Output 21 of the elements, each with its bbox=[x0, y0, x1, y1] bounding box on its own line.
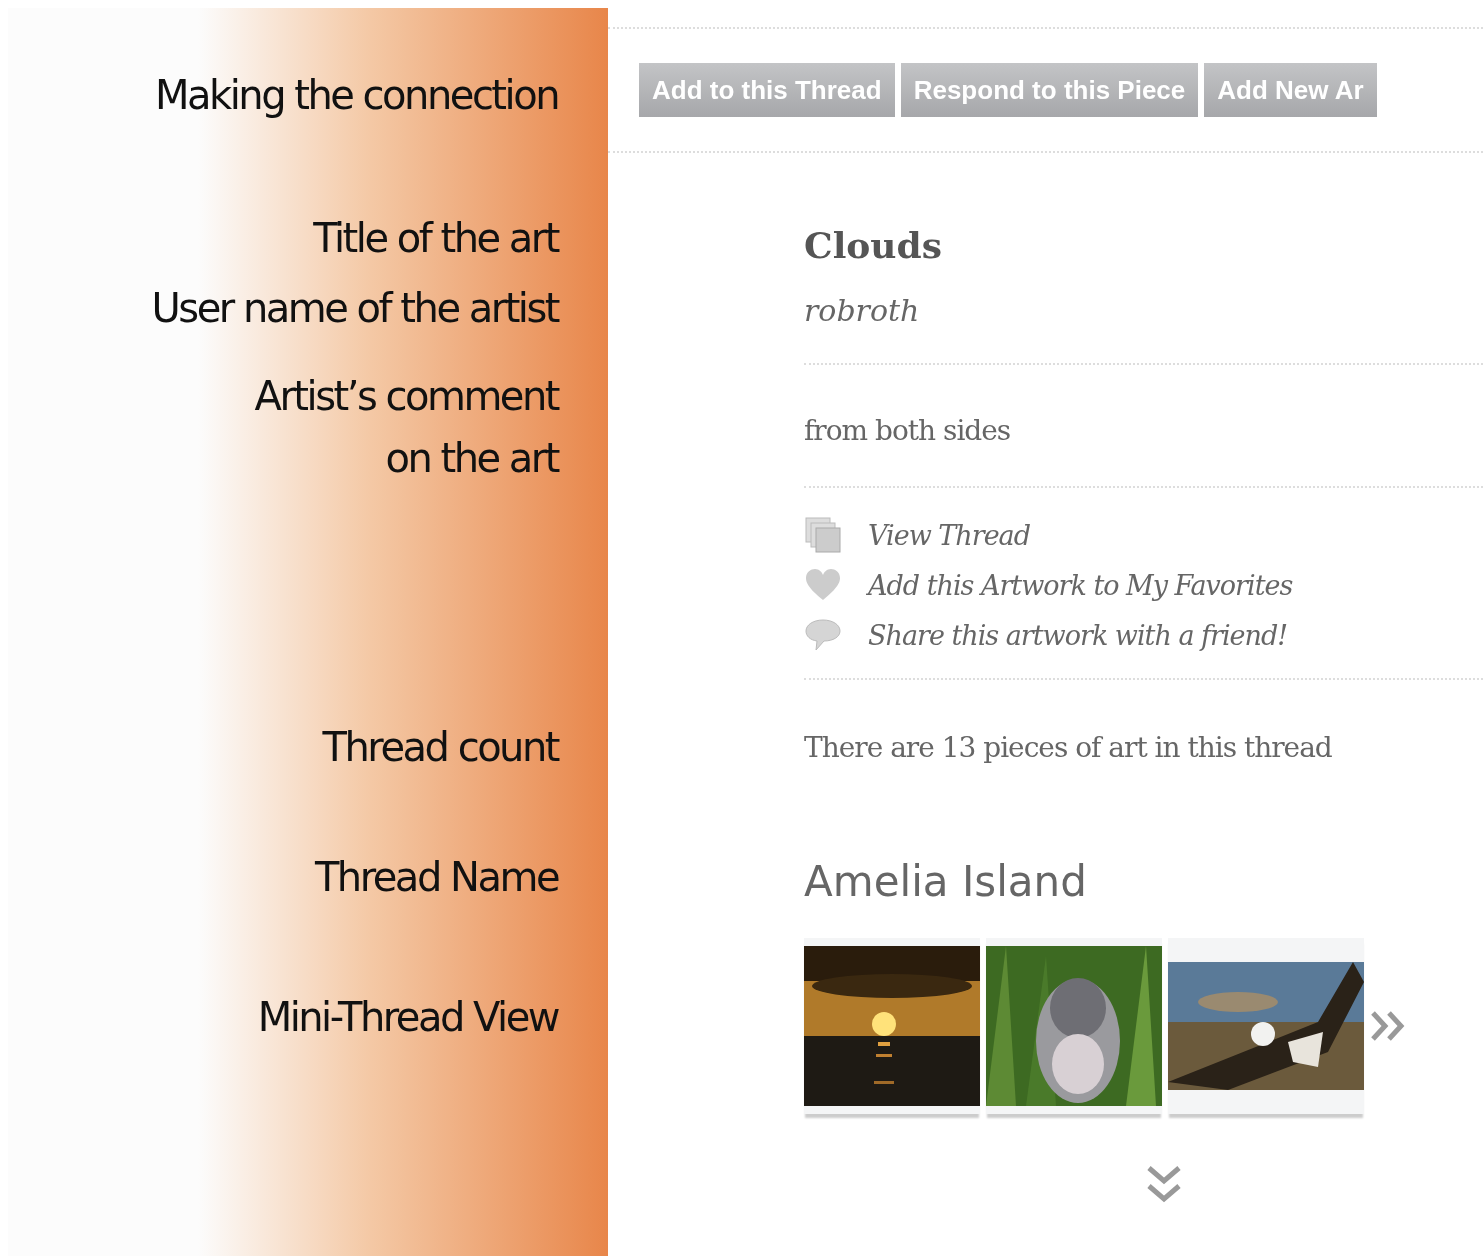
annotation-label: Thread count bbox=[322, 723, 558, 772]
thread-count: There are 13 pieces of art in this thread bbox=[804, 730, 1333, 766]
pages-icon bbox=[804, 516, 842, 554]
artwork-title: Clouds bbox=[804, 223, 943, 268]
expand-icon[interactable] bbox=[1146, 1164, 1182, 1204]
action-link[interactable]: Add this Artwork to My Favorites bbox=[868, 569, 1293, 601]
artist-name: robroth bbox=[804, 292, 921, 330]
annotation-label: Mini-Thread View bbox=[257, 993, 558, 1042]
annotation-label: User name of the artist bbox=[151, 284, 558, 333]
speech-bubble-icon bbox=[804, 618, 842, 652]
annotation-label: Making the connection bbox=[155, 71, 558, 120]
annotation-label: Thread Name bbox=[314, 853, 558, 902]
heart-icon bbox=[804, 568, 842, 602]
artist-comment: from both sides bbox=[804, 413, 1012, 449]
annotation-label: Title of the art bbox=[313, 214, 558, 263]
action-link[interactable]: View Thread bbox=[868, 519, 1030, 551]
next-icon[interactable] bbox=[1370, 1010, 1406, 1042]
action-link[interactable]: Share this artwork with a friend! bbox=[868, 619, 1288, 651]
annotation-label: Artist’s comment on the art bbox=[254, 372, 558, 483]
thread-name: Amelia Island bbox=[804, 856, 1088, 908]
thumbnail[interactable] bbox=[1168, 938, 1364, 1114]
